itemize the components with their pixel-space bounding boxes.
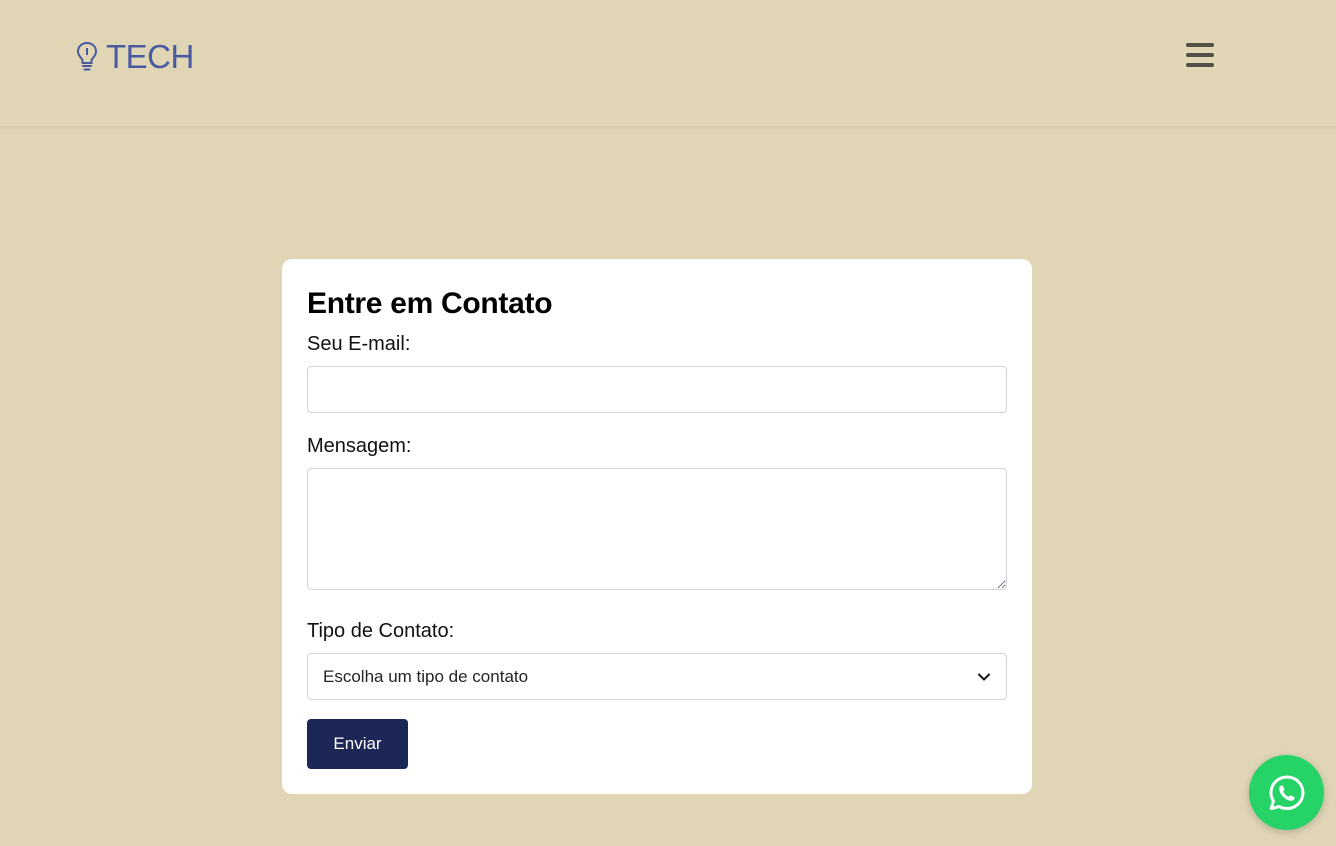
- logo-text: TECH: [106, 38, 194, 75]
- contact-type-select[interactable]: Escolha um tipo de contato: [307, 653, 1007, 700]
- email-label: Seu E-mail:: [307, 333, 411, 355]
- contact-type-selected-value: Escolha um tipo de contato: [323, 666, 529, 686]
- contact-type-label: Tipo de Contato:: [307, 620, 455, 642]
- contact-form-title: Entre em Contato: [307, 287, 553, 320]
- email-field[interactable]: [307, 366, 1007, 413]
- submit-button[interactable]: Enviar: [307, 719, 408, 769]
- site-header: TECH: [0, 0, 1336, 127]
- logo-link[interactable]: TECH: [76, 40, 194, 74]
- lightbulb-icon: [76, 41, 98, 71]
- hamburger-menu-button[interactable]: [1186, 43, 1214, 69]
- contact-form-card: Entre em Contato Seu E-mail: Mensagem: T…: [282, 259, 1032, 794]
- hamburger-line: [1186, 63, 1214, 67]
- whatsapp-button[interactable]: [1249, 755, 1324, 830]
- message-label: Mensagem:: [307, 435, 412, 457]
- whatsapp-icon: [1269, 775, 1304, 810]
- message-field[interactable]: [307, 468, 1007, 590]
- hamburger-line: [1186, 43, 1214, 47]
- chevron-down-icon: [977, 672, 991, 681]
- hamburger-line: [1186, 53, 1214, 57]
